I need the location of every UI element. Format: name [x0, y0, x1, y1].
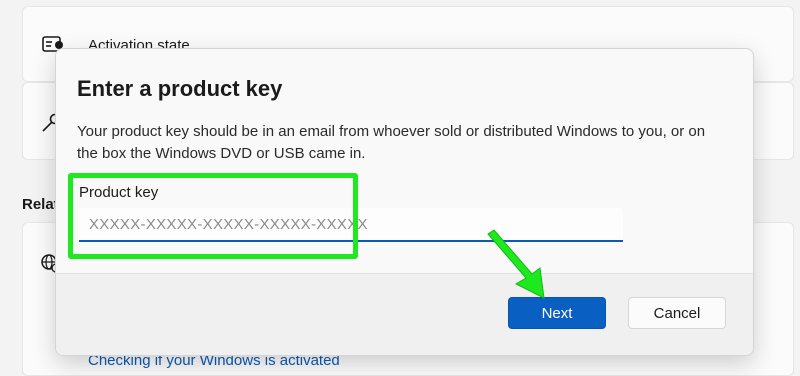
- cancel-button[interactable]: Cancel: [628, 297, 726, 329]
- dialog-footer: Next Cancel: [56, 273, 753, 355]
- dialog-title: Enter a product key: [77, 76, 283, 101]
- product-key-dialog: Enter a product key Your product key sho…: [55, 48, 754, 356]
- product-key-label: Product key: [79, 184, 159, 201]
- related-heading: Relat: [22, 196, 59, 213]
- dialog-description: Your product key should be in an email f…: [77, 123, 706, 162]
- product-key-input[interactable]: [79, 208, 623, 242]
- next-button[interactable]: Next: [508, 297, 606, 329]
